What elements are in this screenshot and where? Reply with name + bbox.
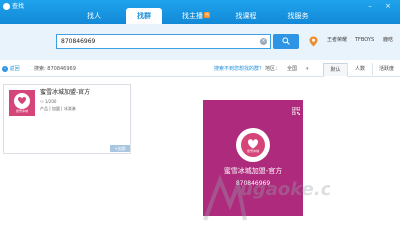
poster-logo: 蜜雪冰城 (236, 128, 270, 162)
sort-tab-label: 活跃度 (378, 66, 394, 72)
search-icon (282, 37, 290, 45)
group-result-card[interactable]: 蜜雪冰城 蜜雪冰城加盟-官方 ⚇ 1/200 产品 | 加盟 | 冰淇淋 +加群 (3, 84, 131, 154)
sort-tab-members[interactable]: 人数 (347, 63, 372, 75)
group-name[interactable]: 蜜雪冰城加盟-官方 (40, 89, 90, 97)
back-arrow-icon: ‹ (2, 65, 8, 72)
hot-search-link[interactable]: 鹿晗 (383, 36, 393, 45)
search-box: × (56, 34, 271, 49)
member-icon: ⚇ (40, 99, 44, 104)
sort-tab-default[interactable]: 默认 (323, 63, 348, 77)
sort-tab-label: 人数 (354, 66, 365, 72)
hot-search-link[interactable]: 王者荣耀 (327, 36, 347, 45)
results-toolbar: ‹ 返回 搜索: 870846969 搜索不到您想找的群？ 地区： 全国 ▾ 默… (0, 62, 400, 77)
top-nav-bar: 查找 找人 找群 找主播热 找课程 找服务 – × (0, 0, 400, 24)
brand-logo-icon: 蜜雪冰城 (241, 133, 265, 157)
back-button[interactable]: ‹ 返回 (2, 65, 20, 73)
poster-group-id: 870846969 (235, 180, 271, 187)
hot-badge: 热 (204, 12, 210, 18)
qr-code-icon[interactable] (292, 107, 300, 115)
tab-find-course[interactable]: 找课程 (230, 8, 262, 24)
clear-icon[interactable]: × (260, 38, 267, 45)
group-avatar: 蜜雪冰城 (9, 90, 35, 116)
search-summary: 搜索: 870846969 (34, 66, 76, 72)
group-tags: 产品 | 加盟 | 冰淇淋 (40, 106, 76, 111)
tab-label: 找人 (87, 12, 101, 20)
tab-label: 找课程 (235, 12, 257, 20)
tab-find-people[interactable]: 找人 (81, 8, 107, 24)
member-count: ⚇ 1/200 (40, 99, 56, 105)
area-dropdown-icon[interactable]: ▾ (306, 65, 309, 73)
group-preview-poster: 蜜雪冰城 蜜雪冰城加盟-官方 870846969 (203, 100, 303, 216)
logo-caption: 蜜雪冰城 (246, 149, 259, 153)
back-label: 返回 (9, 66, 20, 72)
search-input[interactable] (59, 36, 253, 47)
tab-find-group[interactable]: 找群 (126, 8, 162, 24)
join-group-button[interactable]: +加群 (110, 145, 130, 152)
hot-search-link[interactable]: TFBOYS (355, 36, 374, 45)
tab-find-service[interactable]: 找服务 (282, 8, 314, 24)
search-button[interactable] (273, 34, 299, 49)
tab-label: 找群 (137, 12, 151, 20)
tab-label: 找主播 (182, 12, 203, 20)
area-select[interactable]: 全国 (287, 65, 297, 73)
area-label: 地区： (265, 66, 281, 72)
window-title: 查找 (12, 3, 25, 10)
tab-label: 找服务 (287, 12, 309, 20)
minimize-icon[interactable]: – (365, 2, 375, 10)
sort-tab-activity[interactable]: 活跃度 (372, 63, 400, 75)
close-icon[interactable]: × (383, 2, 393, 10)
avatar-caption: 蜜雪冰城 (15, 109, 28, 113)
app-logo-icon (3, 3, 10, 10)
member-count-value: 1/200 (44, 99, 57, 104)
filter-prompt-link[interactable]: 搜索不到您想找的群？ (214, 65, 264, 73)
location-icon[interactable] (309, 36, 318, 47)
poster-title: 蜜雪冰城加盟-官方 (223, 167, 283, 175)
tab-find-anchor[interactable]: 找主播热 (175, 8, 217, 24)
sort-tab-label: 默认 (330, 67, 341, 73)
